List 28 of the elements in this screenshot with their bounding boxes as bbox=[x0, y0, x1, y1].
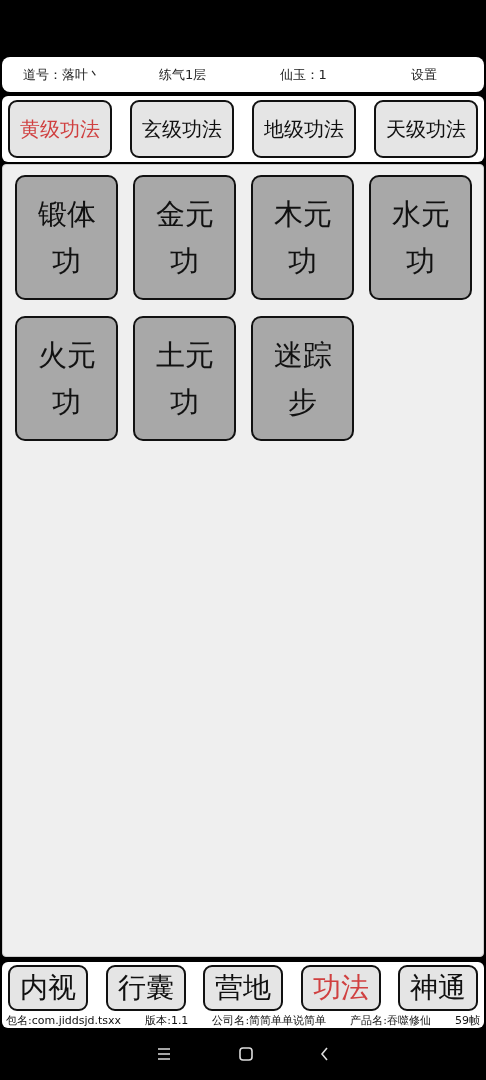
menu-icon[interactable] bbox=[157, 1048, 172, 1060]
nav-button[interactable]: 功法 bbox=[300, 965, 381, 1011]
info-text: 产品名:吞噬修仙 bbox=[350, 1013, 431, 1028]
header-text: 仙玉：1 bbox=[279, 65, 327, 84]
nav-button[interactable]: 行囊 bbox=[105, 965, 186, 1011]
skill-button[interactable]: 迷踪步 bbox=[251, 316, 354, 441]
header-text: 练气1层 bbox=[159, 65, 207, 84]
info-text: 59帧 bbox=[455, 1013, 480, 1028]
skill-button[interactable]: 土元功 bbox=[133, 316, 236, 441]
rank-tab[interactable]: 黄级功法 bbox=[8, 100, 112, 158]
info-text: 公司名:简简单单说简单 bbox=[212, 1013, 327, 1028]
rank-tab[interactable]: 天级功法 bbox=[374, 100, 478, 158]
info-text: 包名:com.jiddsjd.tsxx bbox=[6, 1013, 122, 1028]
back-icon[interactable] bbox=[319, 1047, 329, 1061]
skill-button[interactable]: 火元功 bbox=[15, 316, 118, 441]
home-icon[interactable] bbox=[238, 1047, 253, 1061]
info-text: 版本:1.1 bbox=[145, 1013, 189, 1028]
nav-button[interactable]: 内视 bbox=[8, 965, 88, 1011]
header-text[interactable]: 设置 bbox=[410, 65, 437, 84]
rank-tab[interactable]: 玄级功法 bbox=[130, 100, 234, 158]
skill-button[interactable]: 水元功 bbox=[369, 175, 472, 300]
header-text: 道号：落叶丶 bbox=[23, 65, 102, 84]
skill-button[interactable]: 锻体功 bbox=[15, 175, 118, 300]
nav-button[interactable]: 神通 bbox=[398, 965, 478, 1011]
skill-button[interactable]: 金元功 bbox=[133, 175, 236, 300]
rank-tab[interactable]: 地级功法 bbox=[252, 100, 356, 158]
skill-button[interactable]: 木元功 bbox=[251, 175, 354, 300]
nav-button[interactable]: 营地 bbox=[203, 965, 283, 1011]
